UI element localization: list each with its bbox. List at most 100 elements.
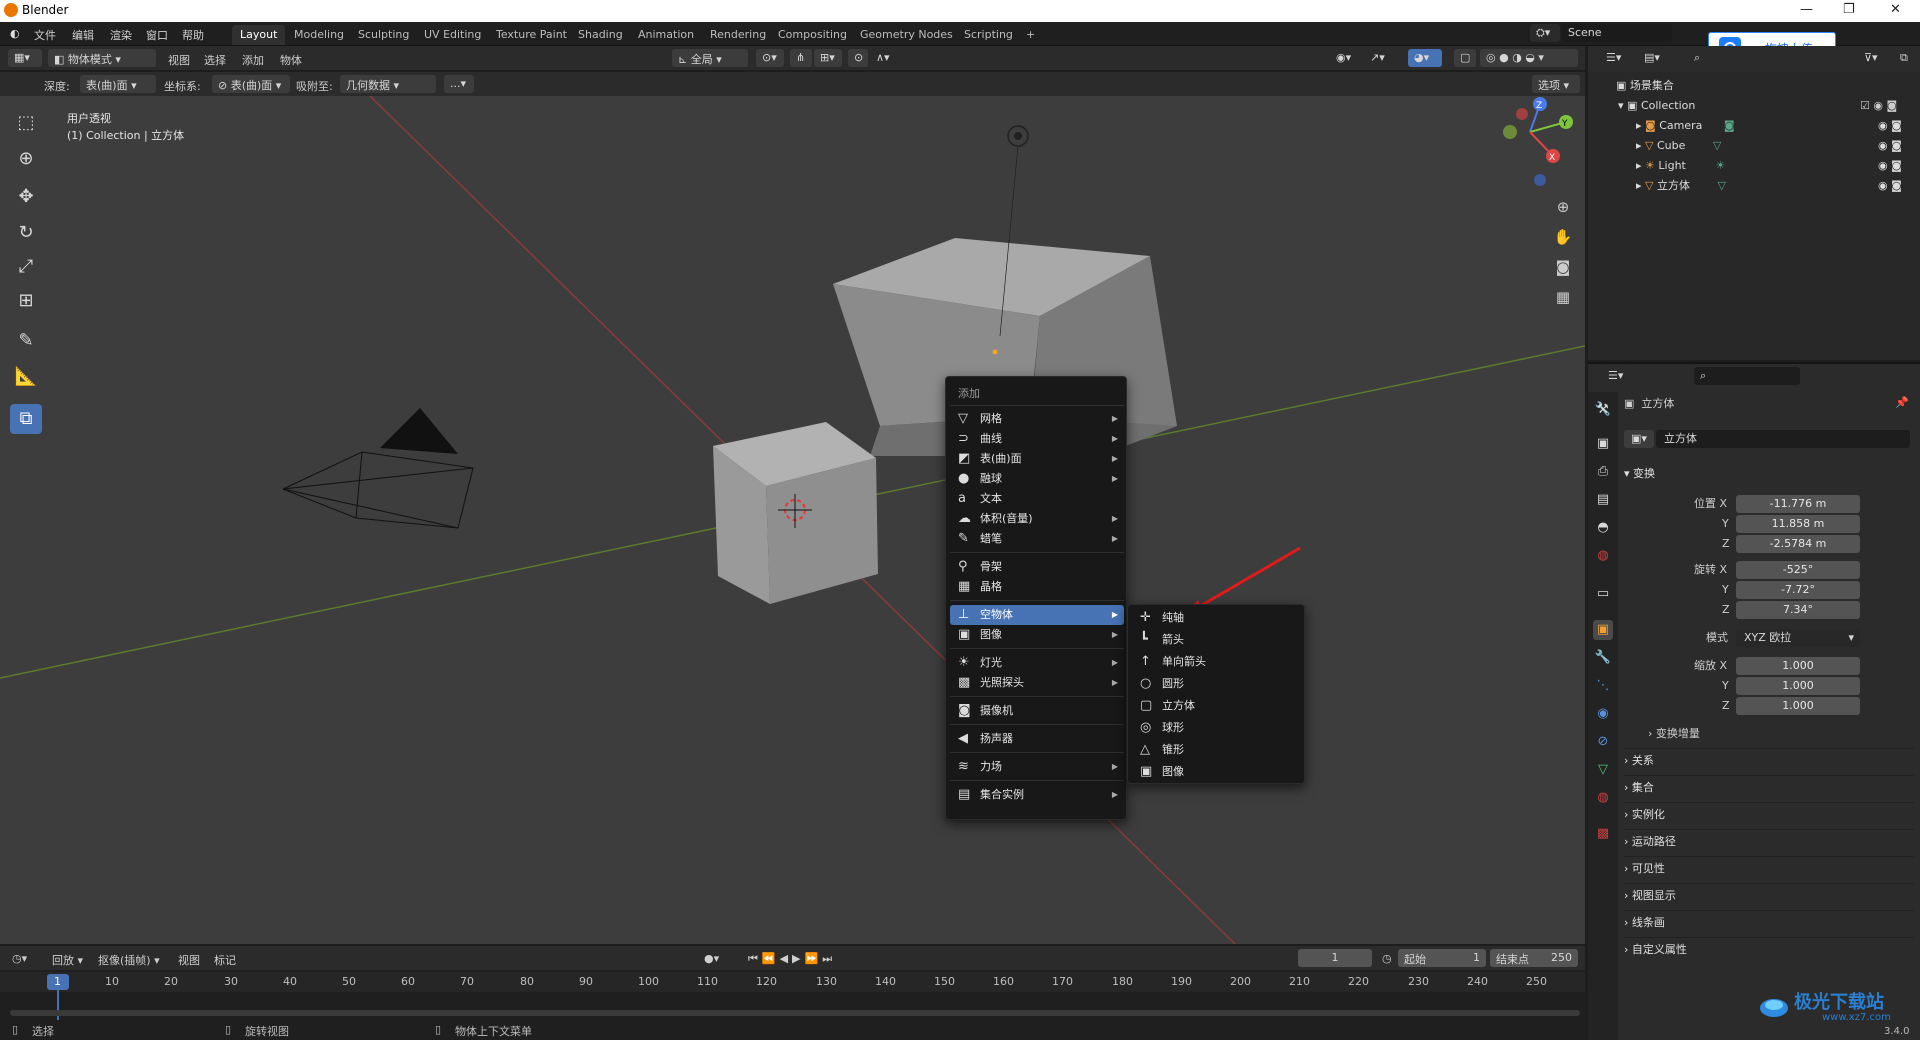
object-type-icon[interactable]: ▣▾ [1624,430,1654,448]
expand-icon[interactable]: ▸ [1636,139,1642,152]
falloff-icon[interactable]: ∧▾ [870,49,898,67]
outliner-item-cube[interactable]: ▸ ▽ Cube ▽ ◉ ◙ [1588,136,1920,156]
menu-item-curve[interactable]: ⊃ 曲线 ▶ [950,429,1124,449]
pin-icon[interactable]: 📌 [1895,396,1909,409]
move-icon[interactable]: ✥ [10,182,42,212]
menu-edit[interactable]: 编辑 [72,27,94,43]
row-toggles[interactable]: ◉ ◙ [1878,156,1902,176]
depth-select[interactable]: 表(曲)面 ▾ [80,75,156,93]
submenu-item-cube[interactable]: ▢ 立方体 [1132,695,1302,717]
properties-search[interactable]: ⌕ [1694,367,1800,385]
menu-item-light-probe[interactable]: ▩ 光照探头 ▶ [950,673,1124,693]
gizmo-toggle-icon[interactable]: ↗▾ [1364,49,1394,67]
visibility-icon[interactable]: ◉▾ [1330,49,1360,67]
select-box-icon[interactable]: ⬚ [10,108,42,138]
outliner-scene-collection[interactable]: ▣ 场景集合 [1588,76,1920,96]
current-frame-field[interactable]: 1 [1298,949,1372,967]
snap-target-icon[interactable]: ⊞▾ [814,49,842,67]
snap-select[interactable]: 几何数据 ▾ [340,75,436,93]
add-workspace-button[interactable]: + [1018,25,1043,45]
collection-tab-icon[interactable]: ▭ [1593,584,1613,604]
cursor-icon[interactable]: ⊕ [10,144,42,174]
maximize-icon[interactable]: ❐ [1843,2,1855,17]
tab-texture-paint[interactable]: Texture Paint [488,25,575,45]
annotate-icon[interactable]: ✎ [10,326,42,356]
minimize-icon[interactable]: — [1800,2,1813,17]
tool-tab-icon[interactable]: ⚒ [1593,400,1613,420]
outliner-collection[interactable]: ▾ ▣ Collection ☑ ◉ ◙ [1588,96,1920,116]
submenu-item-plain-axes[interactable]: ✛ 纯轴 [1132,607,1302,629]
section-visibility[interactable]: › 可见性 [1624,856,1914,880]
filter-icon[interactable]: ⊽▾ [1858,49,1888,67]
outliner-search-icon[interactable]: ⌕ [1688,49,1708,67]
data-tab-icon[interactable]: ▽ [1593,760,1613,780]
submenu-item-circle[interactable]: ○ 圆形 [1132,673,1302,695]
start-frame-field[interactable]: 起始 1 [1398,949,1486,967]
timeline-scrollbar[interactable] [10,1010,1580,1016]
pivot-icon[interactable]: ⊙▾ [756,49,784,67]
transform-section[interactable]: ▾ 变换 [1624,462,1914,486]
hand-pan-icon[interactable]: ✋ [1550,224,1576,250]
outliner-item-cube2[interactable]: ▸ ▽ 立方体 ▽ ◉ ◙ [1588,176,1920,196]
row-toggles[interactable]: ◉ ◙ [1878,176,1902,196]
render-tab-icon[interactable]: ▣ [1593,434,1613,454]
more-select[interactable]: ...▾ [444,75,474,93]
proportional-icon[interactable]: ⊙ [848,49,868,67]
modifier-tab-icon[interactable]: 🔧 [1593,648,1613,668]
view-layer-tab-icon[interactable]: ▤ [1593,490,1613,510]
rotation-x-field[interactable]: -525° [1736,561,1860,579]
tab-shading[interactable]: Shading [570,25,631,45]
transform-icon[interactable]: ⊞ [10,286,42,316]
snap-icon[interactable]: ⋔ [790,49,812,67]
object-tab-icon[interactable]: ▣ [1593,620,1613,640]
menu-item-force-field[interactable]: ≋ 力场 ▶ [950,757,1124,777]
menu-item-empty[interactable]: ⊥ 空物体 ▶ [950,605,1124,625]
xray-icon[interactable]: ▢ [1454,49,1476,67]
overlay-icon[interactable]: ◕▾ [1408,49,1442,67]
object-name-field[interactable]: 立方体 [1656,430,1910,448]
keying-menu[interactable]: 抠像(插帧) ▾ [98,952,160,968]
expand-icon[interactable]: ▸ [1636,159,1642,172]
timeline-editor-icon[interactable]: ◷▾ [12,952,27,965]
zoom-icon[interactable]: ⊕ [1550,194,1576,220]
properties-editor-icon[interactable]: ☰▾ [1602,367,1632,385]
menu-item-text[interactable]: a 文本 [950,489,1124,509]
tab-geometry-nodes[interactable]: Geometry Nodes [852,25,961,45]
menu-item-lattice[interactable]: ▦ 晶格 [950,577,1124,597]
rotation-y-field[interactable]: -7.72° [1736,581,1860,599]
orientation-selector[interactable]: ⊾ 全局 ▾ [672,49,748,67]
scale-x-field[interactable]: 1.000 [1736,657,1860,675]
options-dropdown[interactable]: 选项 ▾ [1532,75,1580,93]
constraints-tab-icon[interactable]: ⊘ [1593,732,1613,752]
scene-icon[interactable]: ⛭▾ [1530,24,1560,42]
location-y-field[interactable]: 11.858 m [1736,515,1860,533]
menu-item-mesh[interactable]: ▽ 网格 ▶ [950,409,1124,429]
submenu-item-arrows[interactable]: ┗ 箭头 [1132,629,1302,651]
location-x-field[interactable]: -11.776 m [1736,495,1860,513]
menu-item-surface[interactable]: ◩ 表(曲)面 ▶ [950,449,1124,469]
menu-item-image[interactable]: ▣ 图像 ▶ [950,625,1124,645]
blender-menu-icon[interactable]: ◐ [10,27,20,40]
coord-select[interactable]: ⊘ 表(曲)面 ▾ [212,75,290,93]
tab-rendering[interactable]: Rendering [702,25,774,45]
tab-sculpting[interactable]: Sculpting [350,25,417,45]
submenu-item-cone[interactable]: △ 锥形 [1132,739,1302,761]
rotate-icon[interactable]: ↻ [10,218,42,248]
menu-item-armature[interactable]: ⚲ 骨架 [950,557,1124,577]
outliner-item-camera[interactable]: ▸ ◙ Camera ◙ ◉ ◙ [1588,116,1920,136]
record-icon[interactable]: ●▾ [704,952,719,965]
tab-uv-editing[interactable]: UV Editing [416,25,489,45]
menu-item-metaball[interactable]: ● 融球 ▶ [950,469,1124,489]
scale-icon[interactable]: ⤢ [10,252,42,282]
particles-tab-icon[interactable]: ⋱ [1593,676,1613,696]
material-tab-icon[interactable]: ◍ [1593,788,1613,808]
shading-modes[interactable]: ◎ ● ◑ ◒ ▾ [1480,49,1578,67]
menu-view[interactable]: 视图 [168,52,190,68]
scale-y-field[interactable]: 1.000 [1736,677,1860,695]
delta-transform-section[interactable]: › 变换增量 [1648,724,1700,744]
mode-selector[interactable]: ◧ 物体模式 ▾ [48,49,156,67]
tab-compositing[interactable]: Compositing [770,25,855,45]
grid-view-icon[interactable]: ▦ [1550,284,1576,310]
section-line-art[interactable]: › 线条画 [1624,910,1914,934]
timeline-ruler[interactable]: 1 10 20 30 40 50 60 70 80 90 100 110 120 130 140 150 160… [0,972,1585,1030]
